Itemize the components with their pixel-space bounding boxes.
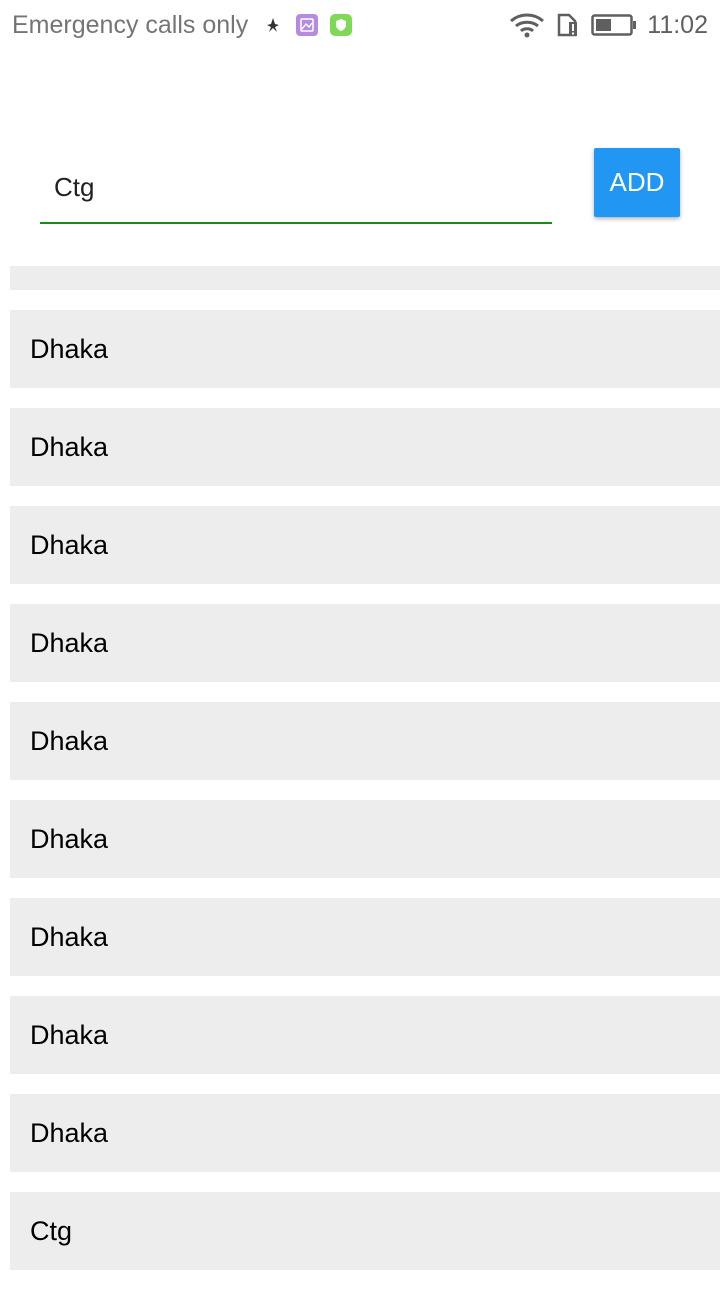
list-item[interactable]: Dhaka — [10, 408, 720, 486]
sim-alert-icon — [555, 12, 581, 38]
status-left: Emergency calls only — [12, 11, 364, 40]
shield-app-icon — [330, 14, 353, 36]
carrier-text: Emergency calls only — [12, 10, 249, 39]
list-item[interactable]: Dhaka — [10, 800, 720, 878]
city-list: Dhaka Dhaka Dhaka Dhaka Dhaka Dhaka Dhak… — [10, 266, 720, 1290]
wifi-icon — [509, 12, 545, 38]
list-item-empty[interactable] — [10, 266, 720, 290]
list-item[interactable]: Dhaka — [10, 702, 720, 780]
battery-icon — [591, 13, 637, 37]
status-right: 11:02 — [499, 11, 708, 40]
add-item-row: ADD — [0, 140, 720, 240]
bug-icon — [262, 14, 284, 36]
list-item[interactable]: Dhaka — [10, 996, 720, 1074]
image-notification-icon — [296, 14, 319, 36]
list-item[interactable]: Dhaka — [10, 506, 720, 584]
list-item[interactable]: Dhaka — [10, 604, 720, 682]
list-item[interactable]: Dhaka — [10, 898, 720, 976]
add-button[interactable]: ADD — [594, 148, 680, 217]
list-item[interactable]: Dhaka — [10, 310, 720, 388]
list-item[interactable]: Ctg — [10, 1192, 720, 1270]
list-item[interactable]: Dhaka — [10, 1094, 720, 1172]
clock-time: 11:02 — [647, 10, 708, 39]
city-input[interactable] — [40, 152, 552, 224]
status-bar: Emergency calls only 11:02 — [0, 0, 720, 50]
